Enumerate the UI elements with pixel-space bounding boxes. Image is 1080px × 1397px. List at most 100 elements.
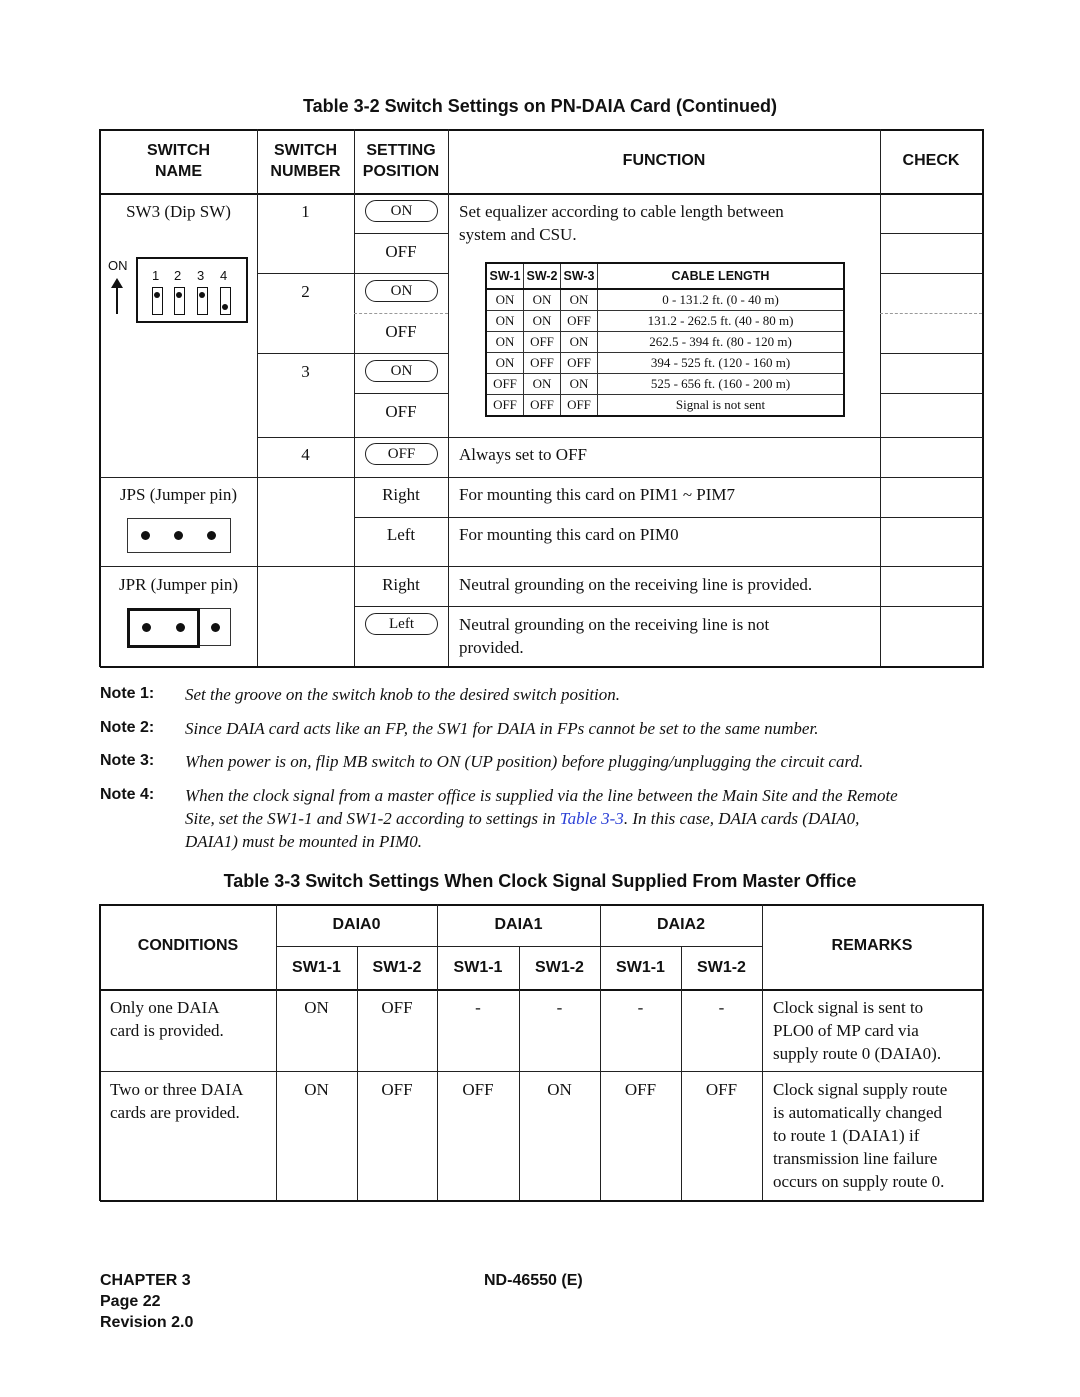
condition-cell: Only one DAIA card is provided.	[110, 996, 224, 1042]
condition-cell: Two or three DAIA cards are provided.	[110, 1078, 243, 1124]
cell: ON	[560, 288, 598, 311]
value-cell: -	[637, 998, 644, 1017]
cell: OFF	[485, 373, 524, 395]
table-3-3-title: Table 3-3 Switch Settings When Clock Sig…	[223, 871, 857, 891]
jps-function-left: For mounting this card on PIM0	[459, 525, 679, 544]
col-header: CABLE LENGTH	[597, 262, 845, 290]
header-daia0: DAIA0	[332, 916, 381, 933]
header-line: SWITCH	[146, 142, 211, 159]
header-conditions: CONDITIONS	[137, 937, 239, 954]
value-cell: -	[475, 998, 481, 1017]
function-line: provided.	[459, 638, 524, 657]
col-header: SW-2	[523, 262, 561, 290]
arrow-up-icon	[110, 278, 124, 321]
value-cell: OFF	[624, 1080, 657, 1099]
table-3-3-link[interactable]: Table 3-3	[560, 809, 624, 828]
cell-line: transmission line failure	[773, 1149, 938, 1168]
jpr-function-left: Neutral grounding on the receiving line …	[459, 613, 769, 659]
header-switch-number: SWITCH NUMBER	[257, 140, 354, 182]
cell-line: Clock signal supply route	[773, 1080, 948, 1099]
switch-number: 1	[301, 202, 310, 221]
dip-number: 4	[220, 268, 228, 283]
cell: OFF	[523, 331, 561, 353]
header-sw: SW1-2	[535, 959, 584, 976]
value-cell: OFF	[462, 1080, 494, 1099]
sw3-function: Set equalizer according to cable length …	[459, 200, 784, 246]
note-text: Since DAIA card acts like an FP, the SW1…	[185, 719, 819, 738]
cell: ON	[485, 310, 524, 332]
setting-on-selected: ON	[365, 360, 438, 382]
cell-line: is automatically changed	[773, 1103, 942, 1122]
header-sw: SW1-2	[372, 959, 422, 976]
jpr-setting-left-selected: Left	[365, 613, 438, 635]
setting-off-selected: OFF	[365, 443, 438, 465]
cell: OFF	[560, 352, 598, 374]
setting-off: OFF	[385, 322, 417, 341]
cell: 525 - 656 ft. (160 - 200 m)	[597, 373, 845, 395]
remarks-cell: Clock signal is sent to PLO0 of MP card …	[773, 996, 941, 1065]
cell-line: supply route 0 (DAIA0).	[773, 1044, 942, 1063]
setting-on-selected: ON	[365, 200, 438, 222]
header-setting-position: SETTING POSITION	[354, 140, 448, 182]
cable-table-header: SW-1 SW-2 SW-3 CABLE LENGTH	[485, 262, 845, 290]
cell: Signal is not sent	[597, 394, 845, 417]
footer-chapter: CHAPTER 3	[100, 1272, 191, 1289]
note-line: When the clock signal from a master offi…	[185, 786, 898, 805]
value-cell: -	[556, 998, 563, 1017]
dip-number: 1	[152, 268, 160, 283]
cell: ON	[523, 288, 561, 311]
header-switch-name: SWITCH NAME	[100, 140, 257, 182]
cell: OFF	[560, 310, 598, 332]
header-line: POSITION	[362, 163, 440, 180]
footer-left: CHAPTER 3 Page 22 Revision 2.0	[100, 1270, 193, 1333]
jpr-jumper-graphic	[127, 608, 231, 648]
note-text: When the clock signal from a master offi…	[185, 784, 983, 853]
jps-setting-right: Right	[382, 485, 420, 504]
header-sw: SW1-1	[453, 959, 503, 976]
col-header: SW-1	[485, 262, 524, 290]
header-line: SETTING	[366, 142, 436, 159]
table-row: ON OFF ON 262.5 - 394 ft. (80 - 120 m)	[485, 331, 845, 353]
note-label: Note 2:	[100, 719, 155, 736]
cell: ON	[560, 331, 598, 353]
cell: ON	[523, 310, 561, 332]
value-cell: ON	[304, 998, 329, 1017]
switch-number: 2	[301, 282, 310, 301]
cell: 394 - 525 ft. (120 - 160 m)	[597, 352, 845, 374]
dip-switch-graphic: 1 2 3 4	[136, 257, 248, 323]
switch-number: 3	[301, 362, 310, 381]
header-sw: SW1-1	[292, 959, 341, 976]
header-line: NAME	[154, 163, 203, 180]
setting-off: OFF	[385, 242, 417, 261]
cell: ON	[560, 373, 598, 395]
dip-number: 2	[174, 268, 182, 283]
cell: ON	[485, 288, 524, 311]
cell-line: occurs on supply route 0.	[773, 1172, 945, 1191]
table-row: OFF OFF OFF Signal is not sent	[485, 394, 845, 417]
note-span: . In this case, DAIA cards (DAIA0,	[623, 809, 860, 828]
cell: OFF	[485, 394, 524, 417]
switch4-function: Always set to OFF	[459, 445, 587, 464]
dip-toggle-2	[174, 287, 185, 315]
value-cell: ON	[304, 1080, 329, 1099]
cell: 0 - 131.2 ft. (0 - 40 m)	[597, 288, 845, 311]
cell: ON	[485, 331, 524, 353]
value-cell: -	[718, 998, 725, 1017]
col-header: SW-3	[560, 262, 598, 290]
header-check: CHECK	[902, 152, 960, 169]
dip-toggle-1	[152, 287, 163, 315]
jpr-name: JPR (Jumper pin)	[119, 575, 238, 594]
function-line: Neutral grounding on the receiving line …	[459, 615, 770, 634]
table-row: ON OFF OFF 394 - 525 ft. (120 - 160 m)	[485, 352, 845, 374]
table-row: ON ON ON 0 - 131.2 ft. (0 - 40 m)	[485, 288, 845, 311]
note-label: Note 3:	[100, 752, 155, 769]
value-cell: ON	[547, 1080, 572, 1099]
header-line: NUMBER	[270, 163, 341, 180]
function-line: Set equalizer according to cable length …	[459, 202, 784, 221]
cable-length-table: SW-1 SW-2 SW-3 CABLE LENGTH ON ON ON 0 -…	[485, 262, 845, 417]
jpr-setting-right: Right	[382, 575, 420, 594]
header-sw: SW1-2	[697, 959, 746, 976]
dip-number: 3	[197, 268, 205, 283]
cell-line: Only one DAIA	[110, 998, 220, 1017]
switch-number: 4	[301, 445, 310, 464]
